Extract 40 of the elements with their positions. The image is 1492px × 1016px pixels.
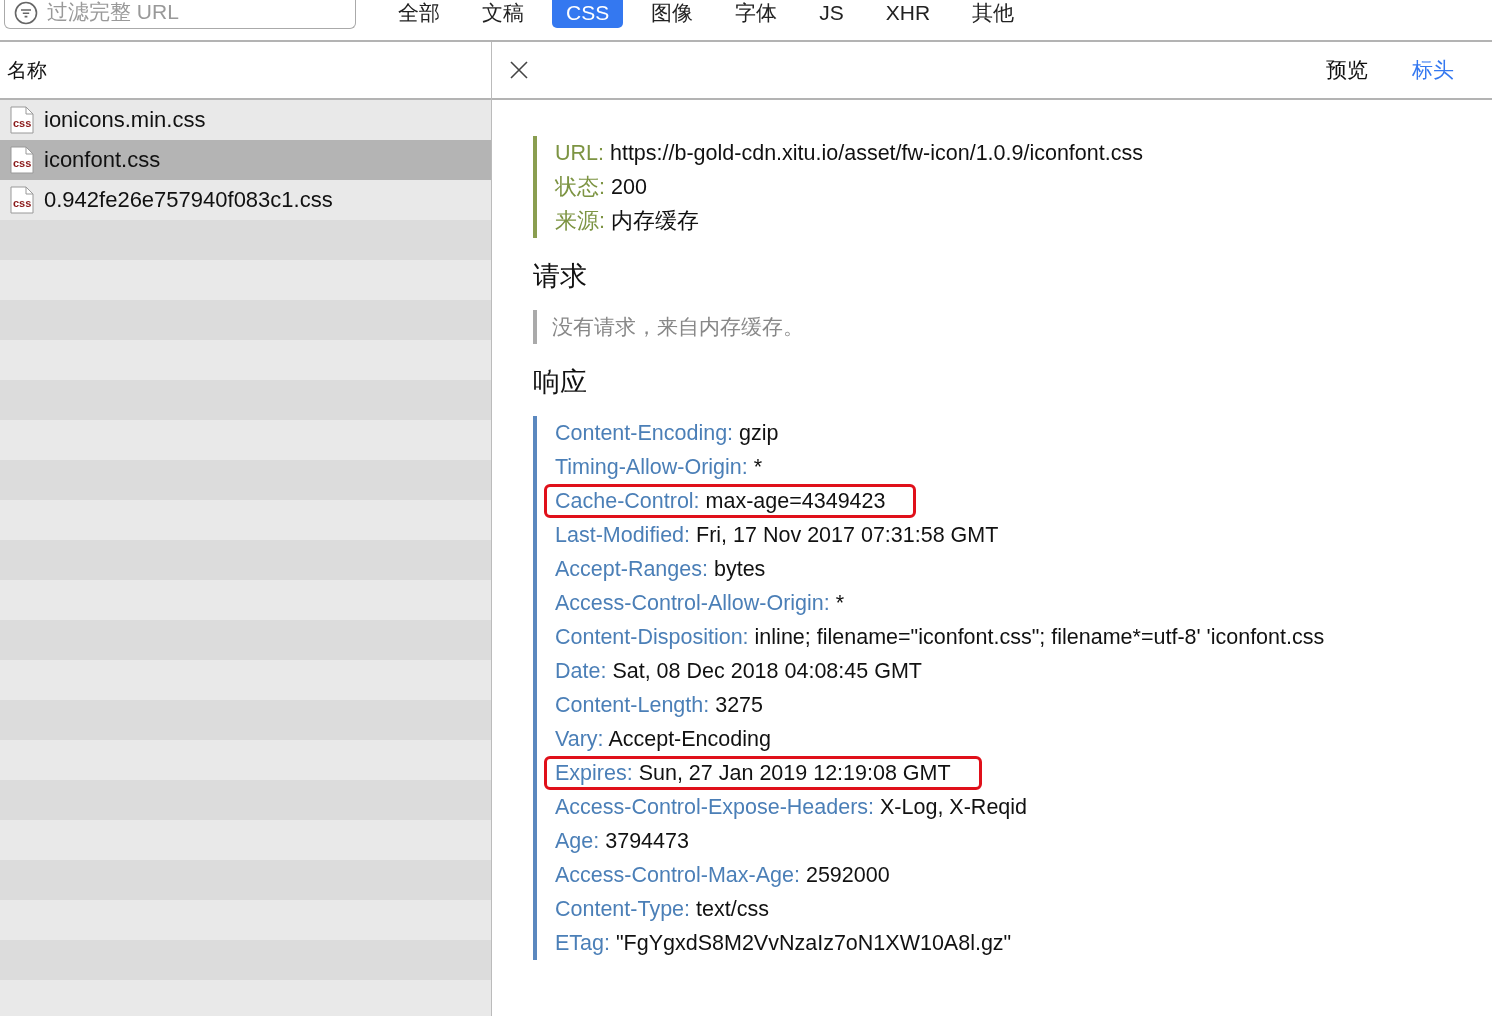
header-line: 来源: 内存缓存 [554,208,700,235]
header-line: Last-Modified: Fri, 17 Nov 2017 07:31:58 GMT [554,522,1000,549]
filter-tab[interactable]: JS [805,0,858,28]
filter-tab[interactable]: 图像 [637,0,708,28]
header-line: URL: https://b-gold-cdn.xitu.io/asset/fw-icon/1.0.9/iconfont.css [554,140,1144,167]
header-line: Access-Control-Max-Age: 2592000 [554,862,891,889]
detail-tab[interactable]: 标头 [1402,56,1464,84]
header-line: Timing-Allow-Origin: * [554,454,764,481]
header-line: Content-Type: text/css [554,896,770,923]
css-file-icon: css [10,186,34,214]
css-file-icon: css [10,146,34,174]
resource-row[interactable]: css 0.942fe26e757940f083c1.css [0,180,491,220]
resource-row[interactable]: css ionicons.min.css [0,100,491,140]
filter-tab[interactable]: 字体 [721,0,792,28]
header-line: ETag: "FgYgxdS8M2VvNzaIz7oN1XW10A8l.gz" [554,930,1013,957]
section-title: 请求 [533,260,588,293]
header-line: Date: Sat, 08 Dec 2018 04:08:45 GMT [554,658,923,685]
header-line: Age: 3794473 [554,828,690,855]
column-header: 名称 [7,57,47,83]
css-file-icon: css [10,106,34,134]
header-line: Accept-Ranges: bytes [554,556,767,583]
section-title: 响应 [533,366,588,399]
header-line: Content-Length: 3275 [554,692,765,719]
resource-row[interactable]: css iconfont.css [0,140,491,180]
filter-tab[interactable]: 其他 [958,0,1029,28]
detail-tab[interactable]: 预览 [1316,56,1378,84]
close-icon[interactable] [509,60,529,80]
filter-icon [14,1,38,25]
filter-tab[interactable]: 文稿 [468,0,538,28]
header-line: Content-Encoding: gzip [554,420,780,447]
filter-tab[interactable]: CSS [552,0,624,28]
header-line: Vary: Accept-Encoding [554,726,772,753]
header-line: Access-Control-Expose-Headers: X-Log, X-Reqid [554,794,1029,821]
filter-field[interactable]: 过滤完整 URL [4,0,356,29]
filter-tab[interactable]: 全部 [384,0,454,28]
header-line: 状态: 200 [554,174,648,201]
empty-note: 没有请求，来自内存缓存。 [552,314,805,340]
filter-tab[interactable]: XHR [871,0,945,28]
header-line: Content-Disposition: inline; filename="iconfont.css"; filename*=utf-8' 'iconfont.css [554,624,1326,651]
header-line: Access-Control-Allow-Origin: * [554,590,846,617]
